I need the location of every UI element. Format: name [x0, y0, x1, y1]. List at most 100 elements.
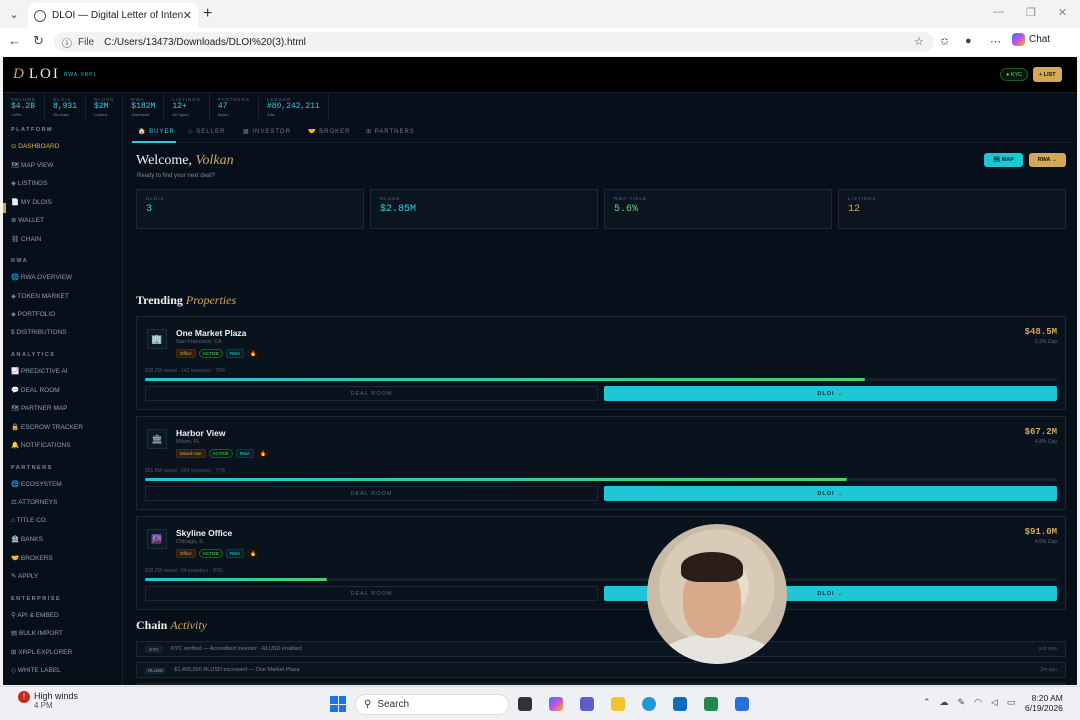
role-tab[interactable]: ⊞ PARTNERS — [366, 128, 415, 135]
tab-list-chevron-icon[interactable]: ⌄ — [0, 0, 28, 28]
weather-widget[interactable]: High winds 4 PM — [18, 691, 78, 710]
volume-icon[interactable]: ◁ — [991, 697, 998, 708]
clock[interactable]: 8:20 AM 6/19/2026 — [1025, 693, 1063, 713]
property-card[interactable]: 🏛 Harbor View Miami, FL Mixed-Use ACTIVE RWA 🔥… — [136, 416, 1066, 510]
taskbar-search[interactable]: ⚲ Search — [355, 694, 509, 715]
minimize-button[interactable]: — — [993, 6, 1004, 18]
copilot-chat-button[interactable]: Chat — [1012, 33, 1050, 46]
role-tab[interactable]: 🤝 BROKER — [308, 128, 350, 135]
kyc-badge[interactable]: ● KYC — [1000, 68, 1029, 81]
outlook-icon[interactable] — [735, 697, 749, 711]
chevron-up-icon[interactable]: ⌃ — [923, 697, 931, 708]
raised-summary: $18.2M raised · 64 investors · 20% — [145, 568, 223, 574]
fire-icon: 🔥 — [257, 449, 270, 458]
deal-room-button[interactable]: DEAL ROOM — [145, 586, 598, 601]
more-menu-icon[interactable]: ⋯ — [990, 35, 1001, 48]
sidebar-item[interactable]: ⚖ ATTORNEYS — [11, 498, 57, 506]
wifi-icon[interactable]: ◠ — [974, 697, 982, 708]
app-icon[interactable] — [704, 697, 718, 711]
property-card[interactable]: 🌆 Skyline Office Chicago, IL Office ACTIVE RW… — [136, 516, 1066, 610]
battery-icon[interactable]: ▭ — [1007, 697, 1016, 708]
sidebar: PLATFORM ⊙ DASHBOARD 🗺 MAP VIEW ◈ LISTINGS 📄… — [3, 121, 123, 685]
sidebar-item[interactable]: ⚲ API & EMBED — [11, 611, 59, 619]
deal-room-button[interactable]: DEAL ROOM — [145, 386, 598, 401]
rwa-button[interactable]: RWA → — [1029, 153, 1066, 167]
chain-title: Chain — [136, 618, 168, 632]
sidebar-item[interactable]: 🌐 RWA OVERVIEW — [11, 273, 72, 281]
stat-item: LEDGER #80,242,211 3.8s — [259, 94, 329, 120]
role-tab[interactable]: 🏠 BUYER — [138, 128, 175, 135]
sidebar-section-title: PLATFORM — [11, 127, 54, 133]
sidebar-item[interactable]: ⌂ TITLE CO. — [11, 517, 48, 524]
back-icon[interactable]: ← — [8, 33, 21, 48]
property-name[interactable]: One Market Plaza — [176, 328, 246, 338]
task-view-icon[interactable] — [518, 697, 532, 711]
property-card[interactable]: 🏢 One Market Plaza San Francisco, CA Office… — [136, 316, 1066, 410]
activity-row[interactable]: KYC KYC verified — Accredited Investor · … — [136, 641, 1066, 657]
sidebar-item[interactable]: ◈ PORTFOLIO — [11, 310, 55, 318]
welcome-heading: Welcome, Volkan — [136, 153, 234, 169]
reload-icon[interactable]: ↻ — [33, 33, 44, 49]
file-explorer-icon[interactable] — [611, 697, 625, 711]
close-window-button[interactable]: ✕ — [1058, 6, 1067, 19]
cloud-icon[interactable]: ☁ — [940, 697, 949, 708]
map-button[interactable]: 🗺 MAP — [984, 153, 1023, 167]
stat-value: 12+ — [172, 102, 187, 111]
sidebar-item[interactable]: 🏦 BANKS — [11, 535, 43, 543]
close-tab-icon[interactable]: ✕ — [183, 9, 192, 22]
favorites-icon[interactable]: ✩ — [940, 35, 949, 48]
favorite-star-icon[interactable]: ☆ — [914, 35, 924, 48]
dloi-button[interactable]: DLOI → — [604, 386, 1057, 401]
teams-icon[interactable] — [580, 697, 594, 711]
app-logo[interactable]: D LOI RWA XRPL — [13, 66, 97, 83]
stat-value: 47 — [217, 102, 228, 111]
sidebar-item[interactable]: ⊕ WALLET — [11, 216, 44, 224]
sidebar-item[interactable]: ⛓ CHAIN — [11, 235, 41, 243]
sidebar-item[interactable]: 🤝 BROKERS — [11, 554, 53, 562]
url-bar[interactable]: ⓘ File C:/Users/13473/Downloads/DLOI%20(… — [54, 32, 934, 52]
profile-icon[interactable]: ● — [965, 35, 972, 47]
restore-button[interactable]: ❐ — [1026, 6, 1036, 19]
edge-icon[interactable] — [642, 697, 656, 711]
sidebar-item[interactable]: 🌐 ECOSYSTEM — [11, 480, 62, 488]
store-icon[interactable] — [673, 697, 687, 711]
logo-text: LOI — [28, 66, 60, 82]
sidebar-item[interactable]: ◇ WHITE LABEL — [11, 666, 61, 674]
browser-tab[interactable]: DLOI — Digital Letter of Intent ✕ — [28, 3, 198, 28]
sidebar-item[interactable]: 📈 PREDICTIVE AI — [11, 367, 68, 375]
sidebar-item[interactable]: 🗺 MAP VIEW — [11, 161, 53, 169]
activity-row[interactable]: DLOIDLOI deployed — Skyline Office $91M8… — [136, 683, 1066, 685]
sidebar-item[interactable]: ✎ APPLY — [11, 572, 38, 580]
kpi-label: LISTINGS — [848, 196, 877, 201]
stat-item: LISTINGS 12+ All Types — [164, 94, 210, 120]
dloi-button[interactable]: DLOI → — [604, 486, 1057, 501]
list-button[interactable]: + LIST — [1033, 67, 1062, 82]
copilot-app-icon[interactable] — [549, 697, 563, 711]
sidebar-item[interactable]: 💬 DEAL ROOM — [11, 386, 60, 394]
sidebar-item[interactable]: ◈ LISTINGS — [11, 179, 47, 187]
sidebar-item[interactable]: $ DISTRIBUTIONS — [11, 329, 67, 336]
sidebar-item[interactable]: ▤ BULK IMPORT — [11, 629, 63, 637]
property-tags: Office ACTIVE RWA 🔥 — [176, 549, 260, 558]
sidebar-item[interactable]: ⊙ DASHBOARD — [11, 142, 59, 150]
start-button[interactable] — [330, 696, 346, 712]
deal-room-button[interactable]: DEAL ROOM — [145, 486, 598, 501]
sidebar-item[interactable]: 🗺 PARTNER MAP — [11, 404, 67, 412]
activity-row[interactable]: RLUSD $1,455,000 RLUSD escrowed — One Mar… — [136, 662, 1066, 678]
property-name[interactable]: Skyline Office — [176, 528, 232, 538]
new-tab-button[interactable]: + — [203, 5, 212, 23]
sidebar-item[interactable]: 📄 MY DLOIS — [11, 198, 52, 206]
pen-icon[interactable]: ✎ — [958, 697, 966, 708]
sidebar-item[interactable]: ◈ TOKEN MARKET — [11, 292, 69, 300]
sidebar-item[interactable]: ♜ FOUNDER — [11, 685, 51, 686]
sidebar-item[interactable]: 🔒 ESCROW TRACKER — [11, 423, 83, 431]
role-tab[interactable]: ▦ INVESTOR — [243, 128, 291, 135]
role-tab[interactable]: ◇ SELLER — [188, 128, 225, 135]
globe-icon — [34, 9, 46, 22]
property-price: $91.0M — [1024, 527, 1057, 537]
logo-d: D — [13, 66, 26, 82]
status-badge: ACTIVE — [198, 549, 223, 558]
property-name[interactable]: Harbor View — [176, 428, 225, 438]
sidebar-item[interactable]: 🔔 NOTIFICATIONS — [11, 441, 71, 449]
sidebar-item[interactable]: ⊞ XRPL EXPLORER — [11, 648, 72, 656]
